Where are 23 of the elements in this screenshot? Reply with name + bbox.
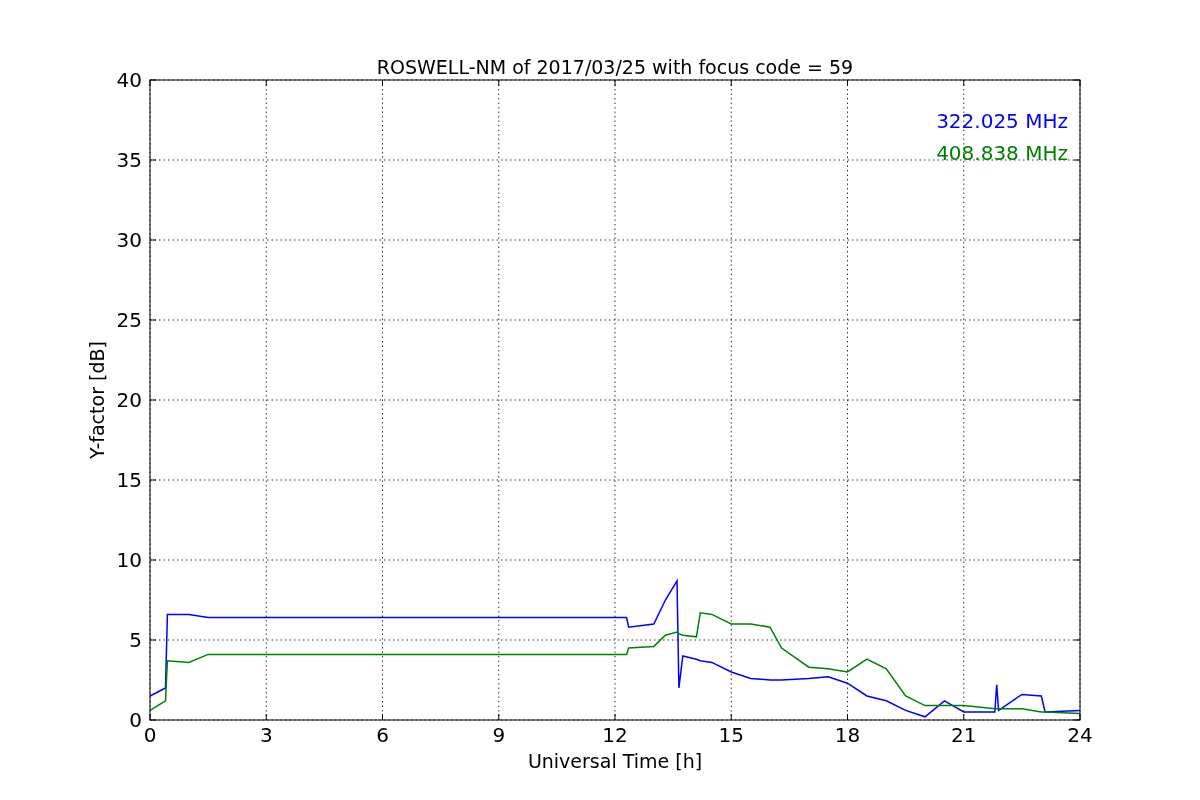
x-axis-label: Universal Time [h] xyxy=(527,750,703,772)
y-axis-label: Y-factor [dB] xyxy=(86,341,108,459)
y-tick-label: 10 xyxy=(116,548,142,572)
y-tick-label: 15 xyxy=(116,468,142,492)
y-tick-label: 25 xyxy=(116,308,142,332)
x-tick-label: 9 xyxy=(492,723,506,747)
x-tick-label: 24 xyxy=(1067,723,1093,747)
chart-title: ROSWELL-NM of 2017/03/25 with focus code = 59 xyxy=(376,56,854,78)
x-tick-label: 6 xyxy=(376,723,389,747)
y-tick-label: 5 xyxy=(129,628,142,652)
x-tick-label: 3 xyxy=(259,723,273,747)
y-tick-label: 0 xyxy=(129,708,142,732)
x-tick-label: 0 xyxy=(143,723,157,747)
legend-label: 408.838 MHz xyxy=(936,141,1068,165)
x-tick-label: 15 xyxy=(718,723,744,747)
y-tick-label: 30 xyxy=(116,228,142,252)
x-tick-label: 18 xyxy=(834,723,861,747)
y-tick-label: 20 xyxy=(116,388,142,412)
x-tick-label: 12 xyxy=(602,723,628,747)
y-tick-label: 40 xyxy=(116,68,142,92)
x-tick-label: 21 xyxy=(951,723,977,747)
y-tick-label: 35 xyxy=(116,148,142,172)
legend-label: 322.025 MHz xyxy=(936,109,1068,133)
